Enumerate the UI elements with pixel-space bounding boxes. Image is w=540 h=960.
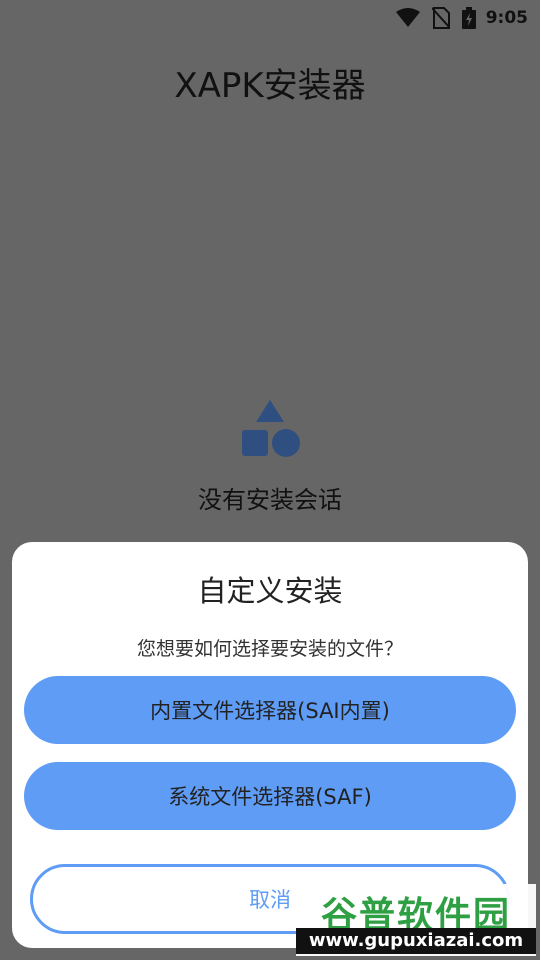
no-sim-icon: [431, 7, 450, 29]
shapes-icon: [240, 398, 302, 458]
watermark-url: www.gupuxiazai.com: [296, 928, 536, 954]
wifi-icon: [395, 8, 420, 28]
status-bar: 9:05: [0, 0, 540, 36]
dialog-message: 您想要如何选择要安装的文件？: [136, 638, 403, 660]
dialog-title: 自定义安装: [197, 574, 343, 608]
empty-state-text: 没有安装会话: [198, 486, 342, 514]
builtin-file-picker-button[interactable]: 内置文件选择器(SAI内置): [24, 676, 516, 744]
battery-charging-icon: [461, 7, 476, 29]
watermark-logo: 谷普软件园 www.gupuxiazai.com: [296, 884, 536, 956]
app-title: XAPK安装器: [174, 66, 366, 106]
status-time: 9:05: [485, 8, 528, 28]
system-file-picker-button[interactable]: 系统文件选择器(SAF): [24, 762, 516, 830]
